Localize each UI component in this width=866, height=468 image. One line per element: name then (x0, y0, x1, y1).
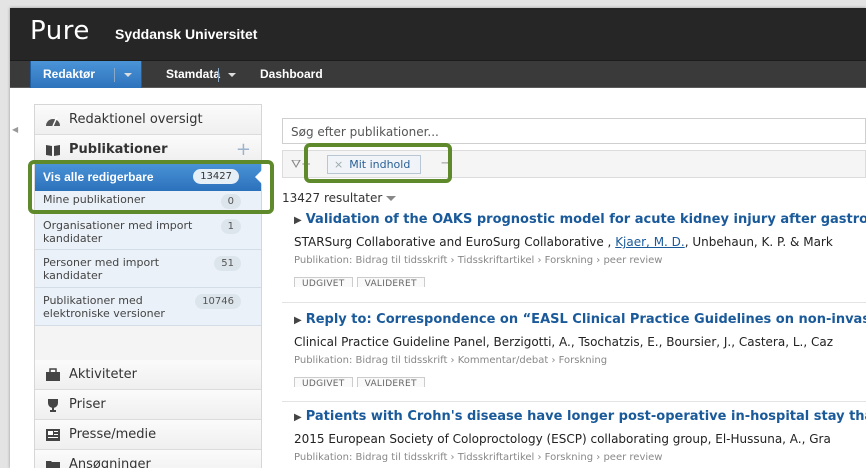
book-icon (46, 145, 60, 156)
result-item: ▶ Validation of the OAKS prognostic model… (282, 212, 866, 287)
result-divider (282, 401, 866, 402)
sidebar-section-label: Publikationer (69, 142, 168, 157)
result-authors: STARSurg Collaborative and EuroSurg Coll… (294, 235, 866, 249)
sidebar-section-label: Ansøgninger (69, 457, 151, 468)
results-count-label: 13427 resultater (282, 191, 383, 205)
result-title[interactable]: ▶ Validation of the OAKS prognostic model… (294, 212, 866, 229)
expand-triangle-icon[interactable]: ▶ (294, 215, 302, 226)
sidebar-section-label: Redaktionel oversigt (69, 112, 203, 127)
highlight-box-sidebar (28, 160, 274, 214)
authors-text: 2015 European Society of Coloproctology … (294, 432, 831, 446)
chevron-down-icon[interactable] (386, 196, 397, 201)
result-title-text: Reply to: Correspondence on “EASL Clinic… (305, 312, 866, 327)
newspaper-icon (46, 429, 60, 441)
result-title-text: Validation of the OAKS prognostic model … (305, 212, 866, 227)
sidebar-item-label: Publikationer med elektroniske versioner (43, 294, 165, 320)
main-nav: Redaktør Stamdata Dashboard (10, 60, 866, 88)
add-publication-icon[interactable]: + (236, 139, 251, 160)
status-badge: UDGIVET (294, 377, 353, 387)
result-meta: Publikation: Bidrag til tidsskrift › Kom… (294, 355, 608, 366)
sidebar-item-organisationer-import[interactable]: Organisationer med import kandidater 1 (35, 213, 261, 250)
organization-name: Syddansk Universitet (115, 26, 258, 42)
sidebar-item-elektroniske-versioner[interactable]: Publikationer med elektroniske versioner… (35, 288, 261, 326)
result-item: ▶ Reply to: Correspondence on “EASL Clini… (282, 312, 866, 387)
nav-divider (218, 68, 219, 82)
sidebar-section-redaktionel-oversigt[interactable]: Redaktionel oversigt (35, 105, 261, 135)
sidebar-section-label: Priser (69, 397, 106, 412)
sidebar-section-label: Presse/medie (69, 427, 157, 442)
count-badge: 51 (214, 256, 241, 271)
result-title[interactable]: ▶ Reply to: Correspondence on “EASL Clini… (294, 312, 866, 329)
sidebar-section-aktiviteter[interactable]: Aktiviteter (35, 360, 261, 390)
result-tags: UDGIVET VALIDERET (294, 371, 866, 387)
result-meta: Publikation: Bidrag til tidsskrift › Tid… (294, 452, 663, 463)
nav-tab-dashboard[interactable]: Dashboard (248, 61, 338, 88)
result-title-text: Patients with Crohn's disease have longe… (305, 409, 866, 424)
sidebar-section-presse-medie[interactable]: Presse/medie (35, 420, 261, 450)
result-item: ▶ Patients with Crohn's disease have long… (282, 409, 866, 463)
app-window: Pure Syddansk Universitet Redaktør Stamd… (10, 8, 866, 468)
sidebar-item-label: Personer med import kandidater (43, 256, 160, 282)
search-input[interactable]: Søg efter publikationer... (282, 118, 866, 144)
sidebar-item-label: Organisationer med import kandidater (43, 219, 193, 245)
nav-divider (114, 68, 115, 82)
status-badge: UDGIVET (294, 277, 353, 287)
authors-text: STARSurg Collaborative and EuroSurg Coll… (294, 235, 616, 249)
result-authors: Clinical Practice Guideline Panel, Berzi… (294, 335, 866, 349)
status-badge: VALIDERET (356, 377, 425, 387)
count-badge: 10746 (195, 294, 241, 309)
result-authors: 2015 European Society of Coloproctology … (294, 432, 866, 446)
expand-triangle-icon[interactable]: ▶ (294, 315, 302, 326)
search-placeholder: Søg efter publikationer... (291, 125, 439, 139)
author-link[interactable]: Kjaer, M. D. (615, 235, 685, 249)
sidebar-item-personer-import[interactable]: Personer med import kandidater 51 (35, 250, 261, 288)
folder-icon (46, 461, 60, 468)
briefcase-icon (46, 368, 60, 381)
dashboard-icon (46, 116, 60, 127)
collapse-sidebar-icon[interactable]: ◀ (12, 125, 18, 134)
result-tags: UDGIVET VALIDERET (294, 271, 866, 287)
sidebar-section-publikationer[interactable]: Publikationer + (35, 135, 261, 163)
trophy-icon (48, 399, 58, 412)
nav-tab-label: Stamdata (166, 67, 221, 81)
chevron-down-icon[interactable] (228, 73, 236, 77)
sidebar-section-label: Aktiviteter (69, 367, 137, 382)
result-divider (282, 302, 866, 303)
nav-tab-label: Dashboard (260, 67, 323, 81)
results-count[interactable]: 13427 resultater (282, 191, 397, 205)
result-title[interactable]: ▶ Patients with Crohn's disease have long… (294, 409, 866, 426)
authors-text: , Unbehaun, K. P. & Mark (684, 235, 833, 249)
sidebar-section-ansogninger[interactable]: Ansøgninger (35, 450, 261, 468)
highlight-box-filter (304, 143, 452, 183)
status-badge: VALIDERET (356, 277, 425, 287)
chevron-down-icon[interactable] (124, 73, 132, 77)
sidebar: Redaktionel oversigt Publikationer + Vis… (34, 104, 262, 468)
authors-text: Clinical Practice Guideline Panel, Berzi… (294, 335, 834, 349)
count-badge: 1 (220, 219, 241, 234)
sidebar-section-priser[interactable]: Priser (35, 390, 261, 420)
nav-tab-label: Redaktør (43, 67, 96, 81)
expand-triangle-icon[interactable]: ▶ (294, 412, 302, 423)
pure-logo[interactable]: Pure (30, 16, 90, 46)
top-header: Pure Syddansk Universitet (10, 8, 866, 60)
result-meta: Publikation: Bidrag til tidsskrift › Tid… (294, 255, 663, 266)
